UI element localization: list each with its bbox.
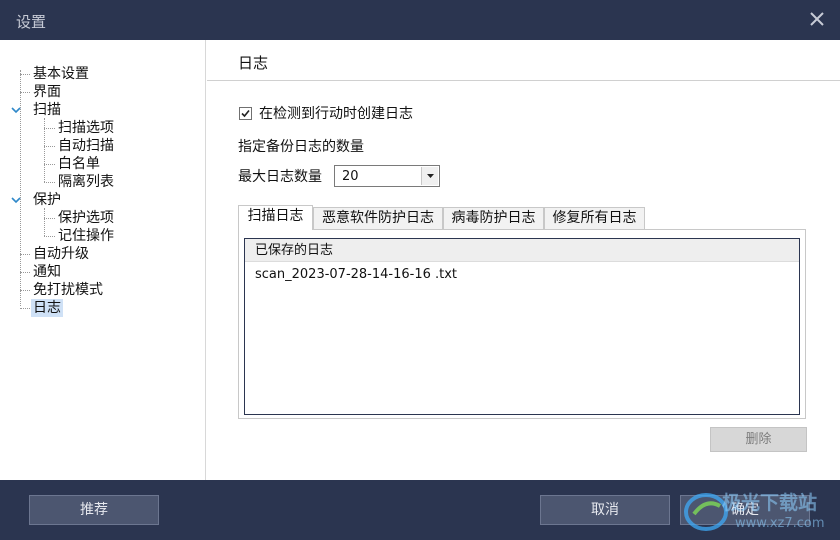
list-item[interactable]: scan_2023-07-28-14-16-16 .txt [255, 267, 457, 282]
max-logs-select[interactable]: 20 [334, 165, 440, 187]
list-header: 已保存的日志 [245, 239, 799, 262]
sidebar-item-protection[interactable]: 保护 [33, 191, 61, 209]
tree-line [44, 182, 55, 183]
delete-button[interactable]: 删除 [710, 427, 807, 452]
sidebar-item-logs[interactable]: 日志 [31, 299, 63, 317]
checkmark-icon [241, 109, 250, 117]
sidebar-item-auto-update[interactable]: 自动升级 [33, 245, 89, 263]
tree-line [20, 308, 30, 309]
sidebar-tree: 基本设置 界面 扫描 扫描选项 自动扫描 白名单 隔离列表 保护 保护选项 记住… [0, 40, 206, 480]
chevron-down-icon[interactable] [11, 195, 21, 205]
close-icon[interactable] [806, 8, 828, 30]
main-panel: 日志 在检测到行动时创建日志 指定备份日志的数量 最大日志数量 20 扫描日志 … [207, 40, 840, 480]
sidebar-item-remember-actions[interactable]: 记住操作 [58, 227, 114, 245]
tree-line [20, 254, 30, 255]
max-logs-value: 20 [342, 169, 359, 184]
title-bar: 设置 [0, 0, 840, 40]
saved-logs-list[interactable]: 已保存的日志 scan_2023-07-28-14-16-16 .txt [244, 238, 800, 415]
tab-malware-logs[interactable]: 恶意软件防护日志 [313, 207, 443, 229]
sidebar-item-interface[interactable]: 界面 [33, 83, 61, 101]
create-log-option[interactable]: 在检测到行动时创建日志 [239, 104, 413, 122]
tree-line [44, 146, 55, 147]
sidebar-item-whitelist[interactable]: 白名单 [58, 155, 100, 173]
sidebar-item-notifications[interactable]: 通知 [33, 263, 61, 281]
create-log-label: 在检测到行动时创建日志 [259, 106, 413, 122]
sidebar-item-auto-scan[interactable]: 自动扫描 [58, 137, 114, 155]
backup-count-label: 指定备份日志的数量 [238, 139, 364, 155]
chevron-down-icon[interactable] [11, 105, 21, 115]
tree-line [44, 164, 55, 165]
tree-line [44, 236, 55, 237]
page-title: 日志 [238, 54, 269, 72]
sidebar-item-quarantine[interactable]: 隔离列表 [58, 173, 114, 191]
watermark-text: 极光下载站 [722, 492, 818, 514]
sidebar-item-protection-options[interactable]: 保护选项 [58, 209, 114, 227]
tree-line [20, 92, 30, 93]
window-title: 设置 [16, 13, 47, 31]
tree-line [44, 208, 45, 236]
tab-panel: 已保存的日志 scan_2023-07-28-14-16-16 .txt [238, 229, 806, 419]
max-logs-label: 最大日志数量 [238, 169, 322, 185]
tree-line [20, 272, 30, 273]
sidebar-item-scan[interactable]: 扫描 [33, 101, 61, 119]
dropdown-arrow-icon[interactable] [421, 167, 438, 185]
tree-line [20, 74, 30, 75]
sidebar-item-scan-options[interactable]: 扫描选项 [58, 119, 114, 137]
sidebar-item-do-not-disturb[interactable]: 免打扰模式 [33, 281, 103, 299]
divider [207, 80, 840, 81]
tree-line [44, 128, 55, 129]
watermark-url: www.xz7.com [735, 516, 825, 531]
tab-virus-logs[interactable]: 病毒防护日志 [443, 207, 544, 229]
tab-repair-logs[interactable]: 修复所有日志 [544, 207, 645, 229]
cancel-button[interactable]: 取消 [540, 495, 670, 525]
recommend-button[interactable]: 推荐 [29, 495, 159, 525]
sidebar-item-basic-settings[interactable]: 基本设置 [33, 65, 89, 83]
tree-line [20, 290, 30, 291]
tree-line [44, 218, 55, 219]
tab-scan-logs[interactable]: 扫描日志 [238, 205, 313, 230]
create-log-checkbox[interactable] [239, 106, 252, 120]
